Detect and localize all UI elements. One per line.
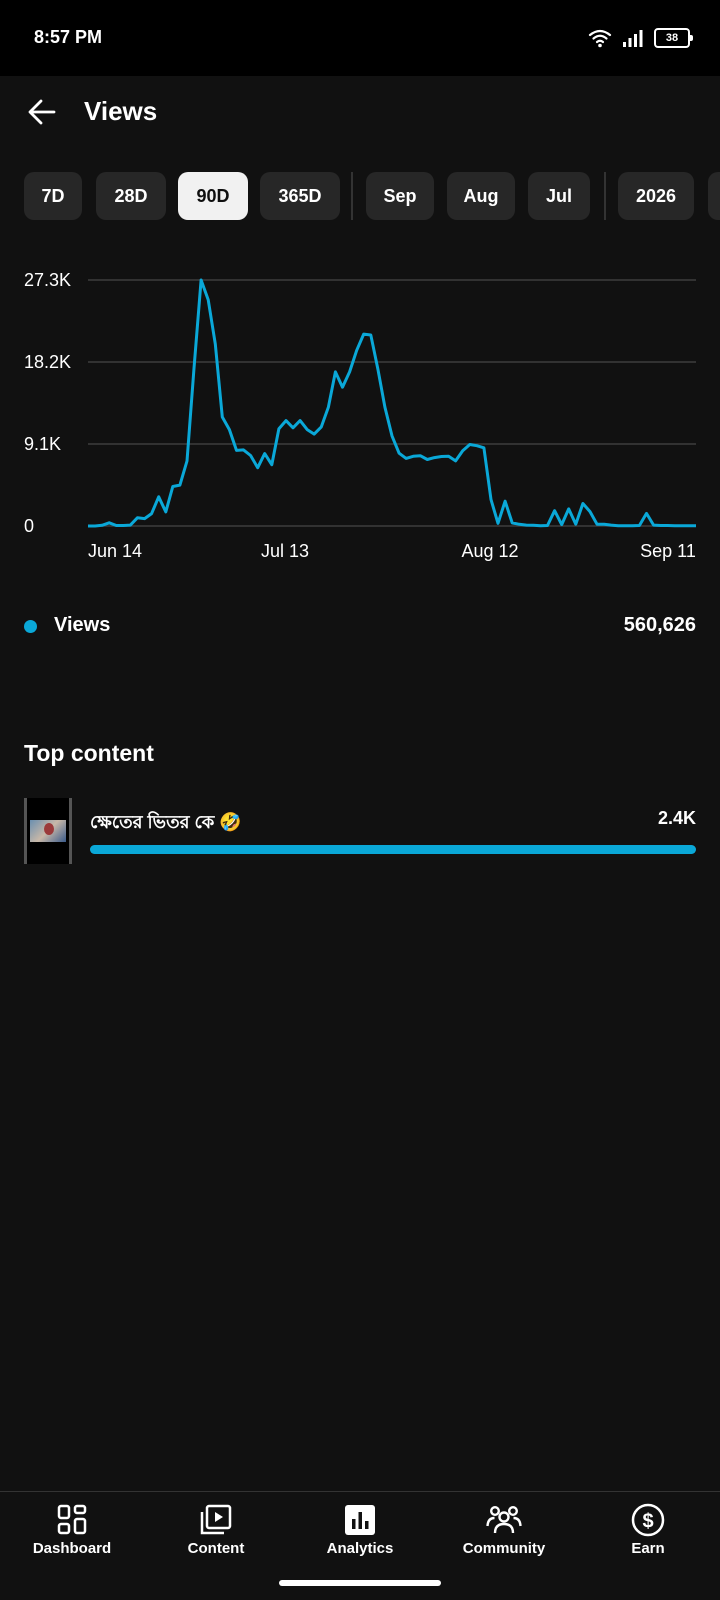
chip-sep-month[interactable]: Sep xyxy=(366,172,434,220)
chip-divider xyxy=(604,172,606,220)
nav-label: Community xyxy=(462,1540,546,1557)
y-tick-label: 18.2K xyxy=(24,352,71,372)
nav-community[interactable]: Community xyxy=(432,1498,576,1562)
video-thumbnail xyxy=(24,798,72,864)
battery-icon: 38 xyxy=(654,28,693,48)
status-icons: 38 xyxy=(588,27,693,49)
chip-90d[interactable]: 90D xyxy=(178,172,248,220)
chip-7d[interactable]: 7D xyxy=(24,172,82,220)
nav-content[interactable]: Content xyxy=(144,1498,288,1562)
chip-aug[interactable]: Aug xyxy=(447,172,515,220)
period-chips: 7D 28D 90D 365D Sep Aug Jul 2026 xyxy=(24,172,720,220)
bottom-nav: Dashboard Content Analytics Community $ … xyxy=(0,1491,720,1564)
y-tick-label: 27.3K xyxy=(24,270,71,290)
legend-dot xyxy=(24,620,37,633)
top-content-item[interactable]: ক্ষেতের ভিতর কে 🤣 2.4K xyxy=(24,798,696,864)
views-line-chart: 27.3K 18.2K 9.1K 0 Jun 14 Jul 13 Aug 12 Sep 11 xyxy=(24,270,696,561)
dashboard-icon xyxy=(57,1504,87,1535)
content-title: ক্ষেতের ভিতর কে 🤣 xyxy=(90,812,242,832)
earn-icon: $ xyxy=(631,1503,665,1537)
chip-more[interactable] xyxy=(708,172,720,220)
app-header: Views xyxy=(0,76,720,148)
nav-label: Earn xyxy=(631,1540,665,1557)
svg-text:$: $ xyxy=(642,1511,653,1533)
nav-earn[interactable]: $ Earn xyxy=(576,1498,720,1562)
nav-dashboard[interactable]: Dashboard xyxy=(0,1498,144,1562)
thumbnail-person xyxy=(44,823,54,835)
legend-row: Views 560,626 xyxy=(24,610,696,644)
y-tick-label: 9.1K xyxy=(24,434,61,454)
status-time: 8:57 PM xyxy=(34,27,103,47)
chip-divider xyxy=(351,172,353,220)
back-arrow-icon xyxy=(28,99,56,125)
top-content-title: Top content xyxy=(24,740,154,766)
nav-analytics[interactable]: Analytics xyxy=(288,1498,432,1562)
y-tick-label: 0 xyxy=(24,516,34,536)
page-title: Views xyxy=(84,96,158,126)
x-tick-label: Jun 14 xyxy=(88,541,142,561)
nav-label: Dashboard xyxy=(32,1540,112,1557)
content-icon xyxy=(200,1504,232,1535)
views-chart: 27.3K 18.2K 9.1K 0 Jun 14 Jul 13 Aug 12 Sep 11 xyxy=(0,262,720,572)
analytics-icon xyxy=(345,1505,375,1535)
x-tick-label: Aug 12 xyxy=(461,541,518,561)
content-views: 2.4K xyxy=(657,808,696,828)
x-tick-label: Sep 11 xyxy=(640,541,696,561)
signal-icon xyxy=(623,30,643,47)
content-views-bar-fill xyxy=(90,845,696,854)
views-total: 560,626 xyxy=(623,614,696,636)
content-views-bar xyxy=(90,845,696,854)
legend-label: Views xyxy=(54,614,111,636)
back-button[interactable] xyxy=(22,92,62,132)
status-bar: 8:57 PM 38 xyxy=(0,0,720,76)
chip-2026[interactable]: 2026 xyxy=(618,172,694,220)
wifi-icon xyxy=(588,29,612,48)
community-icon xyxy=(486,1505,522,1534)
chip-jul[interactable]: Jul xyxy=(528,172,590,220)
nav-label: Content xyxy=(187,1540,245,1557)
thumbnail-image xyxy=(30,820,66,842)
views-series-line xyxy=(88,278,696,528)
nav-label: Analytics xyxy=(326,1540,394,1557)
chip-28d[interactable]: 28D xyxy=(96,172,166,220)
chip-365d[interactable]: 365D xyxy=(260,172,340,220)
x-tick-label: Jul 13 xyxy=(261,541,309,561)
home-indicator xyxy=(279,1580,441,1586)
